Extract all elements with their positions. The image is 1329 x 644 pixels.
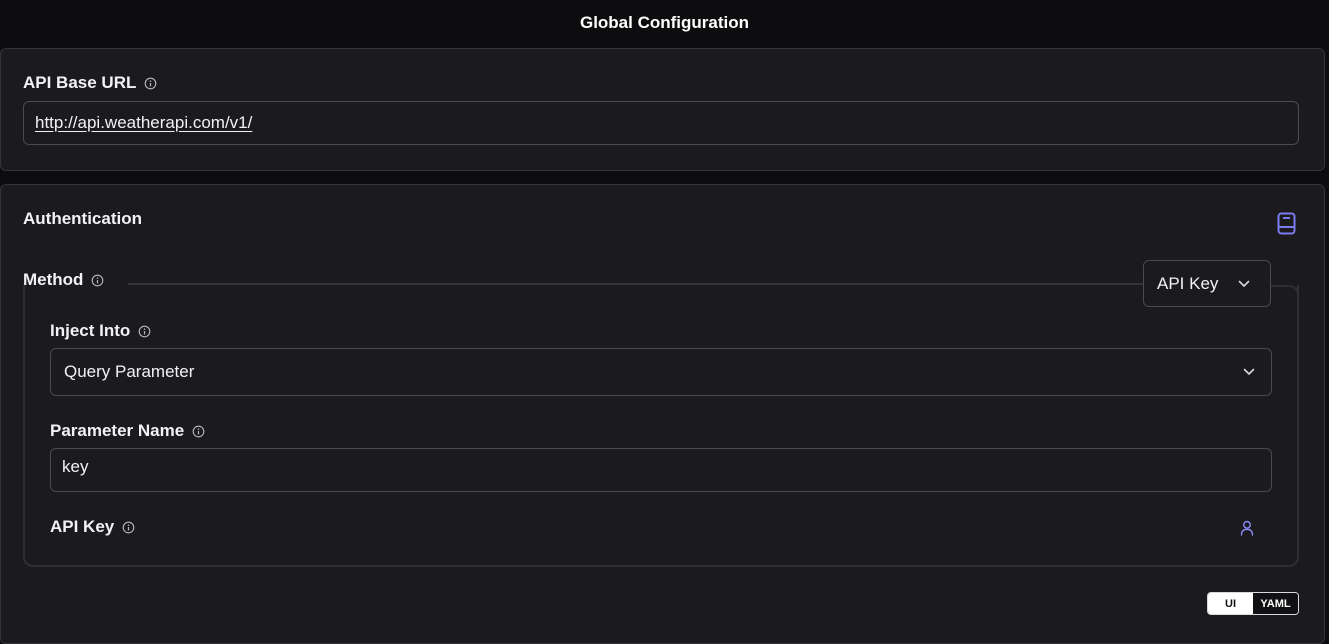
info-icon[interactable] (122, 521, 135, 534)
inject-into-select[interactable]: Query Parameter (50, 348, 1272, 396)
authentication-title: Authentication (23, 209, 142, 228)
info-icon[interactable] (144, 77, 157, 90)
api-key-label: API Key (50, 517, 135, 537)
parameter-name-input[interactable]: key (50, 448, 1272, 492)
parameter-name-label: Parameter Name (50, 421, 205, 441)
inject-into-label: Inject Into (50, 321, 151, 341)
api-base-url-label: API Base URL (23, 73, 157, 93)
page-title: Global Configuration (579, 13, 750, 32)
user-icon[interactable] (1240, 520, 1254, 536)
inject-into-value: Query Parameter (64, 362, 195, 381)
api-base-url-input[interactable]: http://api.weatherapi.com/v1/ (23, 101, 1299, 145)
toggle-ui[interactable]: UI (1208, 593, 1253, 614)
page-header: Global Configuration (0, 0, 1329, 46)
api-base-url-value: http://api.weatherapi.com/v1/ (35, 113, 253, 132)
method-options-group-corner (1270, 285, 1299, 305)
toggle-yaml[interactable]: YAML (1253, 593, 1298, 614)
method-options-group (23, 285, 1299, 567)
chevron-down-icon (1238, 280, 1250, 287)
view-mode-toggle: UI YAML (1207, 592, 1299, 615)
chevron-down-icon (1243, 368, 1255, 375)
book-icon[interactable] (1277, 212, 1296, 235)
method-select[interactable]: API Key (1143, 260, 1271, 307)
info-icon[interactable] (192, 425, 205, 438)
info-icon[interactable] (138, 325, 151, 338)
parameter-name-value: key (62, 457, 89, 476)
method-select-value: API Key (1157, 273, 1219, 293)
